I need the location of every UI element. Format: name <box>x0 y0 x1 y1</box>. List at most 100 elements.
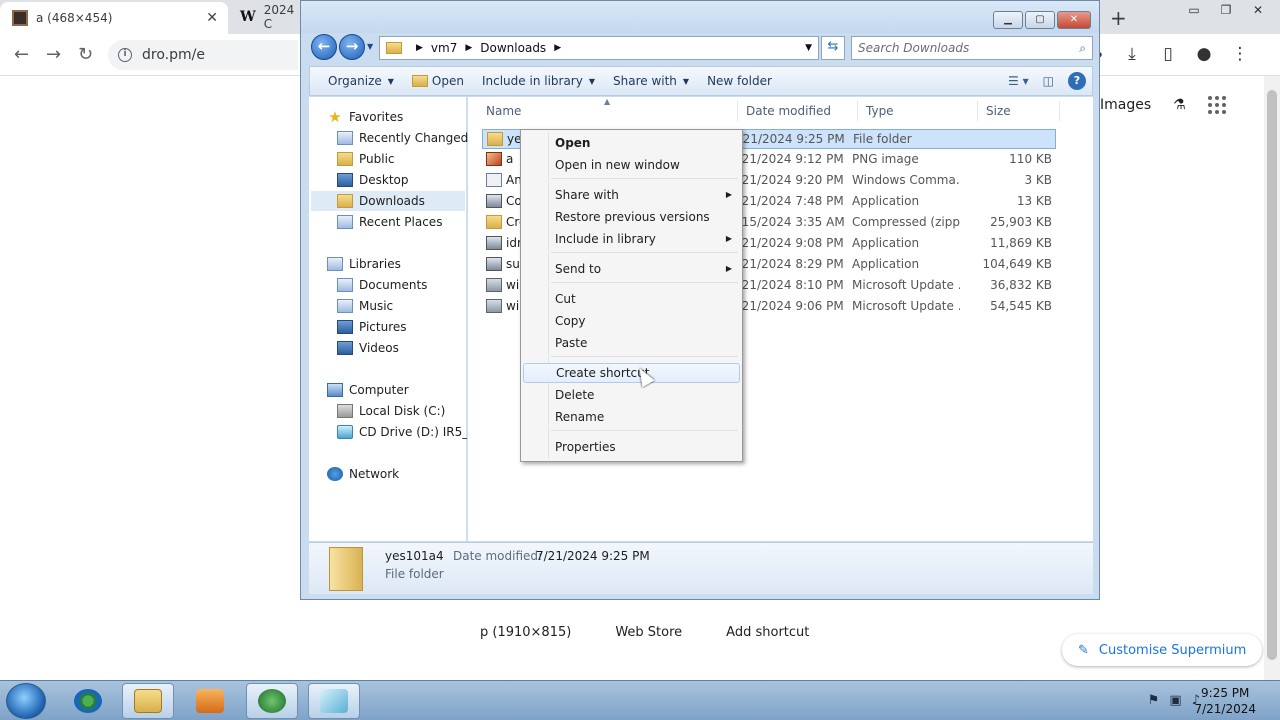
nav-network[interactable]: Network <box>327 464 485 484</box>
breadcrumb-item[interactable]: Downloads <box>480 41 546 55</box>
column-header-date[interactable]: Date modified <box>740 101 858 121</box>
maximize-icon[interactable]: ▢ <box>1025 11 1055 29</box>
forward-icon[interactable]: → <box>46 44 61 65</box>
back-arrow-icon[interactable]: ← <box>311 34 337 60</box>
chevron-right-icon[interactable]: ▶ <box>465 43 472 53</box>
menu-item-open-new-window[interactable]: Open in new window <box>523 155 740 175</box>
labs-flask-icon[interactable]: ⚗ <box>1173 97 1186 113</box>
menu-item-share-with[interactable]: Share with ▶ <box>523 185 740 205</box>
info-icon[interactable]: i <box>118 48 132 62</box>
apps-grid-icon[interactable] <box>1207 96 1226 114</box>
menu-item-open[interactable]: Open <box>523 133 740 153</box>
close-icon[interactable]: ✕ <box>1242 0 1274 20</box>
browser-tab-image[interactable]: a (468×454) ✕ <box>0 2 228 34</box>
nav-favorites[interactable]: ★ Favorites <box>327 107 485 127</box>
taskbar-media-player[interactable] <box>184 683 236 719</box>
customise-button[interactable]: ✎ Customise Supermium <box>1062 634 1263 666</box>
nav-libraries[interactable]: Libraries <box>327 254 485 274</box>
download-icon[interactable]: ⤓ <box>1122 44 1142 64</box>
menu-item-rename[interactable]: Rename <box>523 407 740 427</box>
side-panel-icon[interactable]: ▯ <box>1158 44 1178 64</box>
forward-arrow-icon[interactable]: → <box>339 34 365 60</box>
menu-item-create-shortcut[interactable]: Create shortcut <box>523 363 740 383</box>
organize-button[interactable]: Organize ▼ <box>328 74 394 88</box>
application-icon <box>486 236 502 250</box>
system-tray: ⚑ ▣ ♪ <box>1148 693 1200 708</box>
share-with-button[interactable]: Share with ▼ <box>613 74 689 88</box>
start-button[interactable] <box>6 683 46 719</box>
browser-tab-wikipedia[interactable]: W 2024 C <box>228 0 308 34</box>
chevron-right-icon: ▶ <box>725 234 732 243</box>
menu-icon[interactable]: ⋮ <box>1230 44 1250 64</box>
clock[interactable]: 9:25 PM 7/21/2024 <box>1194 685 1256 717</box>
documents-icon <box>337 278 353 292</box>
sort-arrow-icon: ▲ <box>604 97 611 106</box>
menu-item-restore-previous[interactable]: Restore previous versions <box>523 207 740 227</box>
address-bar[interactable]: i dro.pm/e <box>108 40 298 70</box>
column-header-type[interactable]: Type <box>860 101 978 121</box>
new-tab-icon[interactable]: + <box>1110 6 1127 30</box>
minimize-icon[interactable]: ▭ <box>1178 0 1210 20</box>
network-icon[interactable]: ▣ <box>1169 693 1181 708</box>
images-link[interactable]: Images <box>1100 97 1151 113</box>
profile-icon[interactable]: ● <box>1194 44 1214 64</box>
menu-item-cut[interactable]: Cut <box>523 289 740 309</box>
menu-item-copy[interactable]: Copy <box>523 311 740 331</box>
file-size: 104,649 KB <box>982 257 1052 271</box>
help-icon[interactable]: ? <box>1068 72 1086 90</box>
nav-label: CD Drive (D:) IR5_CC <box>359 425 467 439</box>
page-scrollbar[interactable] <box>1264 76 1280 680</box>
new-folder-button[interactable]: New folder <box>707 74 772 88</box>
menu-item-delete[interactable]: Delete <box>523 385 740 405</box>
nav-computer[interactable]: Computer <box>327 380 485 400</box>
menu-label: Include in library <box>555 232 656 246</box>
taskbar-chrome[interactable] <box>62 683 114 719</box>
downloads-folder-icon <box>337 194 353 208</box>
nav-downloads[interactable]: Downloads <box>311 191 465 211</box>
file-date: 7/21/2024 8:29 PM <box>730 257 844 271</box>
search-input[interactable]: Search Downloads ⌕ <box>851 36 1093 60</box>
pencil-icon: ✎ <box>1078 642 1089 658</box>
file-type: Windows Comma... <box>852 173 960 187</box>
videos-icon <box>337 341 353 355</box>
preview-pane-icon[interactable]: ◫ <box>1043 74 1054 88</box>
taskbar-explorer[interactable] <box>122 683 174 719</box>
menu-item-send-to[interactable]: Send to ▶ <box>523 259 740 279</box>
file-date: 7/21/2024 7:48 PM <box>730 194 844 208</box>
menu-item-paste[interactable]: Paste <box>523 333 740 353</box>
chevron-down-icon[interactable]: ▼ <box>805 43 812 53</box>
minimize-icon[interactable]: ▁ <box>993 11 1023 29</box>
include-in-library-button[interactable]: Include in library ▼ <box>482 74 595 88</box>
menu-item-include-in-library[interactable]: Include in library ▶ <box>523 229 740 249</box>
breadcrumb-item[interactable]: vm7 <box>431 41 457 55</box>
wikipedia-favicon-icon: W <box>240 9 256 25</box>
chevron-right-icon[interactable]: ▶ <box>554 43 561 53</box>
back-icon[interactable]: ← <box>14 44 29 65</box>
shortcut-tile[interactable]: Web Store <box>615 625 682 640</box>
nav-label: Local Disk (C:) <box>359 404 446 418</box>
context-menu: Open Open in new window Share with ▶ Rest… <box>520 129 743 462</box>
taskbar-app[interactable] <box>308 683 360 719</box>
menu-item-properties[interactable]: Properties <box>523 437 740 457</box>
nav-cd-drive[interactable]: CD Drive (D:) IR5_CC <box>337 422 467 442</box>
explorer-titlebar[interactable]: ▁ ▢ ✕ <box>301 1 1099 33</box>
search-icon[interactable]: ⌕ <box>1079 41 1086 56</box>
recent-pages-chevron-icon[interactable]: ▼ <box>367 42 373 51</box>
taskbar-browser[interactable] <box>246 683 298 719</box>
refresh-icon[interactable]: ⇆ <box>821 36 845 60</box>
column-header-size[interactable]: Size <box>980 101 1060 121</box>
view-options-icon[interactable]: ☰ ▾ <box>1008 74 1029 88</box>
breadcrumb[interactable]: ▶ vm7 ▶ Downloads ▶ ▼ <box>379 36 819 60</box>
flag-icon[interactable]: ⚑ <box>1148 693 1160 708</box>
nav-label: Network <box>349 467 400 481</box>
scrollbar-thumb[interactable] <box>1267 90 1277 660</box>
open-button[interactable]: Open <box>411 74 464 88</box>
restore-icon[interactable]: ❐ <box>1210 0 1242 20</box>
close-icon[interactable]: ✕ <box>206 10 218 26</box>
chevron-right-icon[interactable]: ▶ <box>416 43 423 53</box>
close-icon[interactable]: ✕ <box>1057 11 1091 29</box>
file-date: 7/21/2024 8:10 PM <box>730 278 844 292</box>
reload-icon[interactable]: ↻ <box>78 44 93 65</box>
shortcut-tile[interactable]: p (1910×815) <box>480 625 571 640</box>
shortcut-tile[interactable]: Add shortcut <box>726 625 809 640</box>
